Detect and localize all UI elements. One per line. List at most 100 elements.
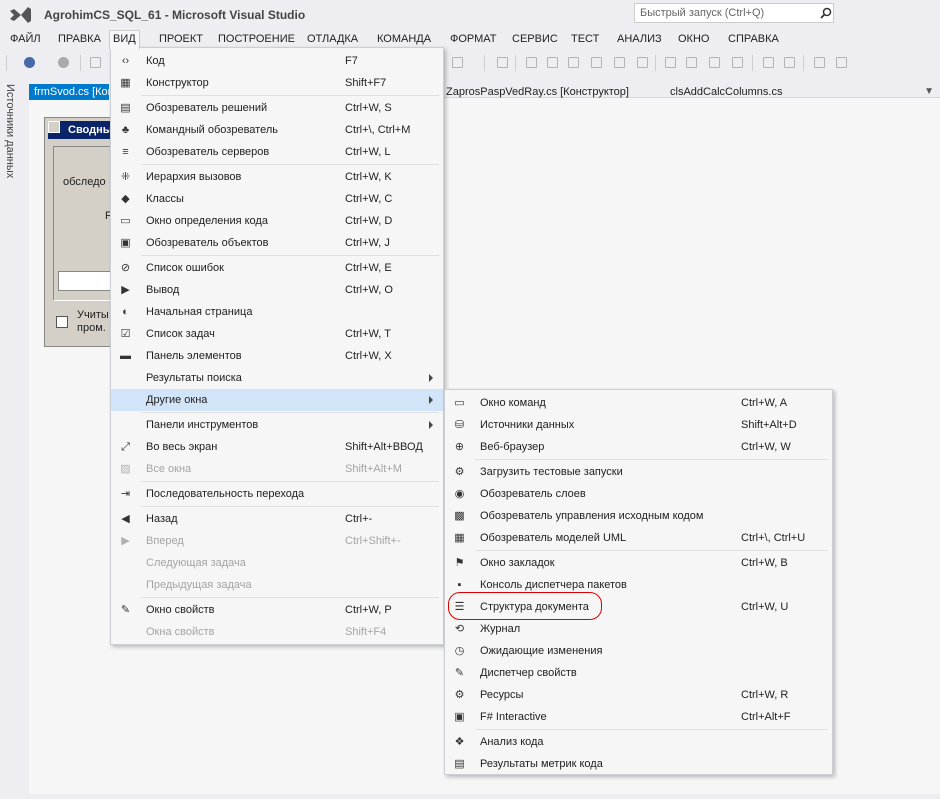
center-vertically-icon[interactable] bbox=[732, 57, 743, 68]
menu-item-tab-order[interactable]: ⇥ Последовательность перехода bbox=[111, 483, 443, 505]
menu-item-label: Панель элементов bbox=[146, 350, 242, 362]
menu-item-fsharp[interactable]: ▣ F# Interactive Ctrl+Alt+F bbox=[445, 706, 832, 728]
menu-item-solution-explorer[interactable]: ▤ Обозреватель решений Ctrl+W, S bbox=[111, 97, 443, 119]
menu-item-uml-explorer[interactable]: ▦ Обозреватель моделей UML Ctrl+\, Ctrl+U bbox=[445, 527, 832, 549]
pending-changes-icon: ◷ bbox=[454, 645, 465, 657]
menu-window[interactable]: ОКНО bbox=[675, 30, 712, 48]
menu-item-shortcut: Shift+F7 bbox=[345, 77, 387, 89]
menu-item-item-15[interactable]: Другие окна bbox=[111, 389, 443, 411]
menu-build[interactable]: ПОСТРОЕНИЕ bbox=[215, 30, 298, 48]
menu-item-label: Следующая задача bbox=[146, 557, 246, 569]
menu-item-shortcut: Ctrl+W, X bbox=[345, 350, 392, 362]
menu-item-bookmarks[interactable]: ⚑ Окно закладок Ctrl+W, B bbox=[445, 552, 832, 574]
center-horizontally-icon[interactable] bbox=[709, 57, 720, 68]
menu-debug[interactable]: ОТЛАДКА bbox=[304, 30, 361, 48]
menu-item-label: Список ошибок bbox=[146, 262, 224, 274]
menu-item-call-hierarchy[interactable]: ⁜ Иерархия вызовов Ctrl+W, K bbox=[111, 166, 443, 188]
size-to-grid-icon[interactable] bbox=[686, 57, 697, 68]
menu-item-item-14[interactable]: Результаты поиска bbox=[111, 367, 443, 389]
menu-item-shortcut: F7 bbox=[345, 55, 358, 67]
menu-item-pending-changes[interactable]: ◷ Ожидающие изменения bbox=[445, 640, 832, 662]
menu-item-toolbox[interactable]: ▬ Панель элементов Ctrl+W, X bbox=[111, 345, 443, 367]
menu-item-label: Конструктор bbox=[146, 77, 209, 89]
menu-format[interactable]: ФОРМАТ bbox=[447, 30, 500, 48]
class-view-icon: ◆ bbox=[121, 193, 130, 205]
menu-item-designer[interactable]: ▦ Конструктор Shift+F7 bbox=[111, 72, 443, 94]
menu-item-shortcut: Ctrl+W, O bbox=[345, 284, 393, 296]
tab-zapros-designer[interactable]: ZaprosPaspVedRay.cs [Конструктор] bbox=[446, 86, 629, 98]
menu-item-resources[interactable]: ⚙ Ресурсы Ctrl+W, R bbox=[445, 684, 832, 706]
align-rights-icon[interactable] bbox=[547, 57, 558, 68]
align-icon[interactable] bbox=[452, 57, 463, 68]
menu-item-error-list[interactable]: ⊘ Список ошибок Ctrl+W, E bbox=[111, 257, 443, 279]
menu-item-command-window[interactable]: ▭ Окно команд Ctrl+W, A bbox=[445, 392, 832, 414]
menu-analyze[interactable]: АНАЛИЗ bbox=[614, 30, 665, 48]
menu-item-server-explorer[interactable]: ≡ Обозреватель серверов Ctrl+W, L bbox=[111, 141, 443, 163]
menu-item-team-explorer[interactable]: ♣ Командный обозреватель Ctrl+\, Ctrl+M bbox=[111, 119, 443, 141]
menu-item-layer-explorer[interactable]: ◉ Обозреватель слоев bbox=[445, 483, 832, 505]
menu-item-properties[interactable]: ✎ Окно свойств Ctrl+W, P bbox=[111, 599, 443, 621]
tab-clsaddcalccolumns[interactable]: clsAddCalcColumns.cs bbox=[670, 86, 782, 98]
menu-item-label: Обозреватель серверов bbox=[146, 146, 270, 158]
menu-item-data-sources[interactable]: ⛁ Источники данных Shift+Alt+D bbox=[445, 414, 832, 436]
menu-item-property-manager[interactable]: ✎ Диспетчер свойств bbox=[445, 662, 832, 684]
increase-spacing-icon[interactable] bbox=[763, 57, 774, 68]
resources-icon: ⚙ bbox=[454, 689, 465, 701]
menu-item-item-16[interactable]: Панели инструментов bbox=[111, 414, 443, 436]
menu-item-source-control[interactable]: ▩ Обозреватель управления исходным кодом bbox=[445, 505, 832, 527]
menu-file[interactable]: ФАЙЛ bbox=[7, 30, 44, 48]
menu-item-full-screen[interactable]: ⤢ Во весь экран Shift+Alt+ВВОД bbox=[111, 436, 443, 458]
tab-dropdown-icon[interactable]: ▼ bbox=[924, 86, 934, 97]
menu-separator bbox=[141, 95, 439, 96]
menu-item-start-page[interactable]: ◐ Начальная страница bbox=[111, 301, 443, 323]
align-bottoms-icon[interactable] bbox=[614, 57, 625, 68]
navigate-back-icon[interactable] bbox=[24, 57, 35, 68]
menu-item-web-browser[interactable]: ⊕ Веб-браузер Ctrl+W, W bbox=[445, 436, 832, 458]
menu-item-shortcut: Ctrl+W, R bbox=[741, 689, 789, 701]
menu-item-code[interactable]: ‹› Код F7 bbox=[111, 50, 443, 72]
new-project-icon[interactable] bbox=[90, 57, 101, 68]
toolbar-separator bbox=[803, 55, 804, 71]
menu-item-load-test[interactable]: ⚙ Загрузить тестовые запуски bbox=[445, 461, 832, 483]
menu-edit[interactable]: ПРАВКА bbox=[55, 30, 104, 48]
menu-item-label: Окна свойств bbox=[146, 626, 215, 638]
other-windows-submenu: ▭ Окно команд Ctrl+W, A ⛁ Источники данных Sh… bbox=[444, 389, 833, 775]
view-menu-dropdown: ‹› Код F7 ▦ Конструктор Shift+F7 ▤ Обозреватель… bbox=[110, 47, 444, 645]
menu-item-shortcut: Ctrl+W, A bbox=[741, 397, 788, 409]
menu-item-item-25: Окна свойств Shift+F4 bbox=[111, 621, 443, 643]
data-sources-side-tab[interactable]: Источники данных bbox=[4, 84, 16, 178]
horizontal-spacing-icon[interactable] bbox=[665, 57, 676, 68]
tab-frmsvod-designer[interactable]: frmSvod.cs [Конструктор] bbox=[29, 84, 109, 100]
menu-separator bbox=[475, 550, 828, 551]
align-lefts-icon[interactable] bbox=[497, 57, 508, 68]
menu-project[interactable]: ПРОЕКТ bbox=[156, 30, 206, 48]
make-same-width-icon[interactable] bbox=[637, 57, 648, 68]
align-middles-icon[interactable] bbox=[591, 57, 602, 68]
menu-item-class-view[interactable]: ◆ Классы Ctrl+W, C bbox=[111, 188, 443, 210]
menu-item-shortcut: Ctrl+W, J bbox=[345, 237, 390, 249]
search-icon[interactable] bbox=[820, 7, 832, 19]
menu-item-code-metrics[interactable]: ▤ Результаты метрик кода bbox=[445, 753, 832, 775]
bring-to-front-icon[interactable] bbox=[814, 57, 825, 68]
quick-launch-input[interactable]: Быстрый запуск (Ctrl+Q) bbox=[634, 3, 834, 23]
menu-item-back[interactable]: ◀ Назад Ctrl+- bbox=[111, 508, 443, 530]
menu-test[interactable]: ТЕСТ bbox=[568, 30, 602, 48]
menu-item-code-definition[interactable]: ▭ Окно определения кода Ctrl+W, D bbox=[111, 210, 443, 232]
server-explorer-icon: ≡ bbox=[122, 146, 129, 158]
menu-item-object-browser[interactable]: ▣ Обозреватель объектов Ctrl+W, J bbox=[111, 232, 443, 254]
menu-item-task-list[interactable]: ☑ Список задач Ctrl+W, T bbox=[111, 323, 443, 345]
send-to-back-icon[interactable] bbox=[836, 57, 847, 68]
decrease-spacing-icon[interactable] bbox=[784, 57, 795, 68]
form-checkbox[interactable] bbox=[56, 316, 68, 328]
menu-help[interactable]: СПРАВКА bbox=[725, 30, 782, 48]
align-tops-icon[interactable] bbox=[568, 57, 579, 68]
menu-item-code-analysis[interactable]: ❖ Анализ кода bbox=[445, 731, 832, 753]
menu-item-output[interactable]: ▶ Вывод Ctrl+W, O bbox=[111, 279, 443, 301]
navigate-forward-icon[interactable] bbox=[58, 57, 69, 68]
menu-tools[interactable]: СЕРВИС bbox=[509, 30, 561, 48]
menu-item-shortcut: Ctrl+W, P bbox=[345, 604, 392, 616]
menu-team[interactable]: КОМАНДА bbox=[374, 30, 434, 48]
align-centers-icon[interactable] bbox=[526, 57, 537, 68]
menu-view[interactable]: ВИД bbox=[109, 30, 140, 49]
menu-item-history[interactable]: ⟲ Журнал bbox=[445, 618, 832, 640]
